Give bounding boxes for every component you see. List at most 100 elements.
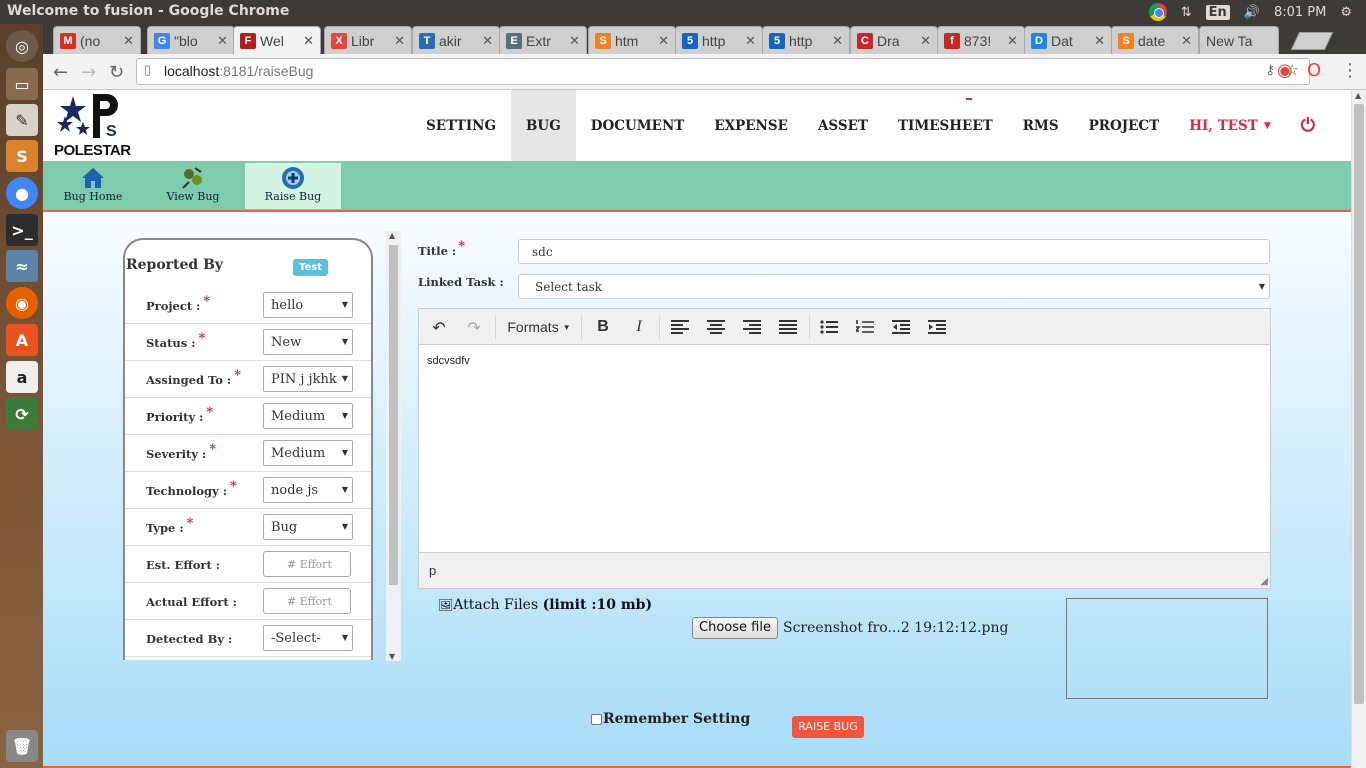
volume-icon[interactable]: 🔊	[1244, 5, 1260, 20]
network-icon[interactable]: ⇅	[1181, 5, 1192, 20]
close-tab-icon[interactable]: ✕	[1181, 33, 1192, 49]
title-input[interactable]: sdc	[518, 239, 1270, 264]
software-center-icon[interactable]: A	[6, 324, 38, 356]
browser-tab[interactable]: Shtm ✕	[588, 26, 676, 54]
nav-document[interactable]: DOCUMENT	[576, 90, 700, 161]
align-right-icon[interactable]	[737, 315, 767, 339]
field-select[interactable]: Medium	[263, 440, 353, 466]
polestar-logo[interactable]: S POLESTAR	[53, 92, 133, 160]
field-input[interactable]: # Effort	[263, 588, 351, 614]
nav-rms[interactable]: RMS	[1008, 90, 1074, 161]
close-tab-icon[interactable]: ✕	[123, 33, 134, 49]
page-scrollbar[interactable]: ▲	[1351, 90, 1366, 768]
align-justify-icon[interactable]	[773, 315, 803, 339]
clock[interactable]: 8:01 PM	[1274, 5, 1326, 20]
user-menu[interactable]: HI, TEST ▼	[1174, 90, 1286, 161]
subnav-bug-home[interactable]: Bug Home	[45, 163, 141, 209]
updater-icon[interactable]: ⟳	[6, 398, 38, 430]
numbered-list-icon[interactable]	[850, 315, 880, 339]
close-tab-icon[interactable]: ✕	[217, 33, 228, 49]
browser-tab[interactable]: 5 http ✕	[675, 26, 763, 54]
scroll-thumb[interactable]	[389, 245, 398, 585]
field-select[interactable]: Medium	[263, 403, 353, 429]
close-tab-icon[interactable]: ✕	[658, 33, 669, 49]
scroll-up-icon[interactable]: ▲	[1355, 91, 1361, 100]
browser-tab[interactable]: F Wel ✕	[233, 26, 321, 54]
formats-dropdown[interactable]: Formats ▼	[504, 315, 574, 339]
chrome-icon[interactable]	[1148, 3, 1167, 21]
browser-tab[interactable]: Takir ✕	[412, 26, 500, 54]
nav-bug[interactable]: BUG	[511, 90, 576, 161]
browser-tab[interactable]: New Ta	[1199, 26, 1279, 54]
editor-path[interactable]: p	[429, 563, 436, 578]
url-field[interactable]: ▯ localhost:8181/raiseBug ⚷ ☆	[136, 58, 1310, 85]
field-input[interactable]: # Effort	[263, 551, 351, 577]
close-tab-icon[interactable]: ✕	[1007, 33, 1018, 49]
browser-tab[interactable]: G "blo ✕	[147, 26, 235, 54]
nav-project[interactable]: PROJECT	[1074, 90, 1175, 161]
nav-setting[interactable]: SETTING	[411, 90, 511, 161]
opera-extension-icon[interactable]: O	[1307, 60, 1321, 81]
undo-icon[interactable]: ↶	[424, 315, 454, 339]
extension-icon[interactable]: ◉	[1277, 60, 1293, 81]
browser-tab[interactable]: M (no ✕	[53, 26, 141, 54]
nav-expense[interactable]: EXPENSE	[699, 90, 803, 161]
trash-icon[interactable]: 🗑	[6, 730, 38, 762]
italic-icon[interactable]: I	[624, 315, 654, 339]
workbench-icon[interactable]: ≈	[6, 250, 38, 282]
linked-task-select[interactable]: Select task	[518, 274, 1270, 299]
sublime-icon[interactable]: S	[6, 140, 38, 172]
key-icon[interactable]: ⚷	[1265, 62, 1275, 78]
close-tab-icon[interactable]: ✕	[745, 33, 756, 49]
outdent-icon[interactable]	[886, 315, 916, 339]
back-icon[interactable]: ←	[53, 62, 68, 83]
scroll-up-icon[interactable]: ▲	[389, 231, 395, 240]
amazon-icon[interactable]: a	[6, 361, 38, 393]
dash-icon[interactable]: ◎	[6, 30, 38, 62]
new-tab-button[interactable]	[1290, 32, 1334, 50]
field-select[interactable]: Bug	[263, 514, 353, 540]
remember-setting[interactable]: Remember Setting	[591, 711, 750, 727]
browser-tab[interactable]: f 873! ✕	[937, 26, 1025, 54]
power-icon[interactable]: ⏻	[1286, 90, 1351, 161]
terminal-icon[interactable]: >_	[6, 214, 38, 246]
close-tab-icon[interactable]: ✕	[920, 33, 931, 49]
align-center-icon[interactable]	[701, 315, 731, 339]
field-select[interactable]: hello	[263, 292, 353, 318]
close-tab-icon[interactable]: ✕	[303, 33, 314, 49]
close-tab-icon[interactable]: ✕	[832, 33, 843, 49]
close-tab-icon[interactable]: ✕	[482, 33, 493, 49]
close-tab-icon[interactable]: ✕	[394, 33, 405, 49]
align-left-icon[interactable]	[665, 315, 695, 339]
field-select[interactable]: node js	[263, 477, 353, 503]
browser-tab[interactable]: E Extr ✕	[499, 26, 587, 54]
resize-handle-icon[interactable]: ◢	[1260, 576, 1268, 587]
chrome-launcher-icon[interactable]: ●	[6, 177, 38, 209]
redo-icon[interactable]: ↷	[459, 315, 489, 339]
raise-bug-button[interactable]: RAISE BUG	[792, 716, 864, 738]
close-tab-icon[interactable]: ✕	[1094, 33, 1105, 49]
settings-gear-icon[interactable]: ⚙	[1340, 5, 1352, 20]
reload-icon[interactable]: ↻	[109, 62, 124, 83]
text-editor-icon[interactable]: ✎	[6, 104, 38, 136]
field-select[interactable]: -Select-	[263, 625, 353, 651]
keyboard-lang[interactable]: En	[1205, 4, 1230, 20]
editor-content[interactable]: sdcvsdfv	[427, 355, 470, 367]
browser-tab[interactable]: C Dra ✕	[850, 26, 938, 54]
field-select[interactable]: PIN j jkhk	[263, 366, 353, 392]
files-icon[interactable]: ▭	[6, 68, 38, 100]
subnav-raise-bug[interactable]: Raise Bug	[245, 163, 341, 209]
subnav-view-bug[interactable]: View Bug	[145, 163, 241, 209]
browser-tab[interactable]: D Dat ✕	[1024, 26, 1112, 54]
scroll-down-icon[interactable]: ▼	[389, 652, 395, 661]
choose-file-button[interactable]: Choose file	[692, 617, 778, 639]
bullet-list-icon[interactable]	[814, 315, 844, 339]
remember-checkbox[interactable]	[591, 713, 602, 725]
browser-tab[interactable]: X Libr ✕	[324, 26, 412, 54]
nav-asset[interactable]: ASSET	[803, 90, 883, 161]
browser-tab[interactable]: Sdate ✕	[1111, 26, 1199, 54]
browser-menu-icon[interactable]: ⋮	[1341, 60, 1359, 81]
scroll-thumb[interactable]	[1354, 104, 1364, 704]
field-select[interactable]: New	[263, 329, 353, 355]
nav-timesheet[interactable]: TIMESHEET	[883, 90, 1008, 161]
